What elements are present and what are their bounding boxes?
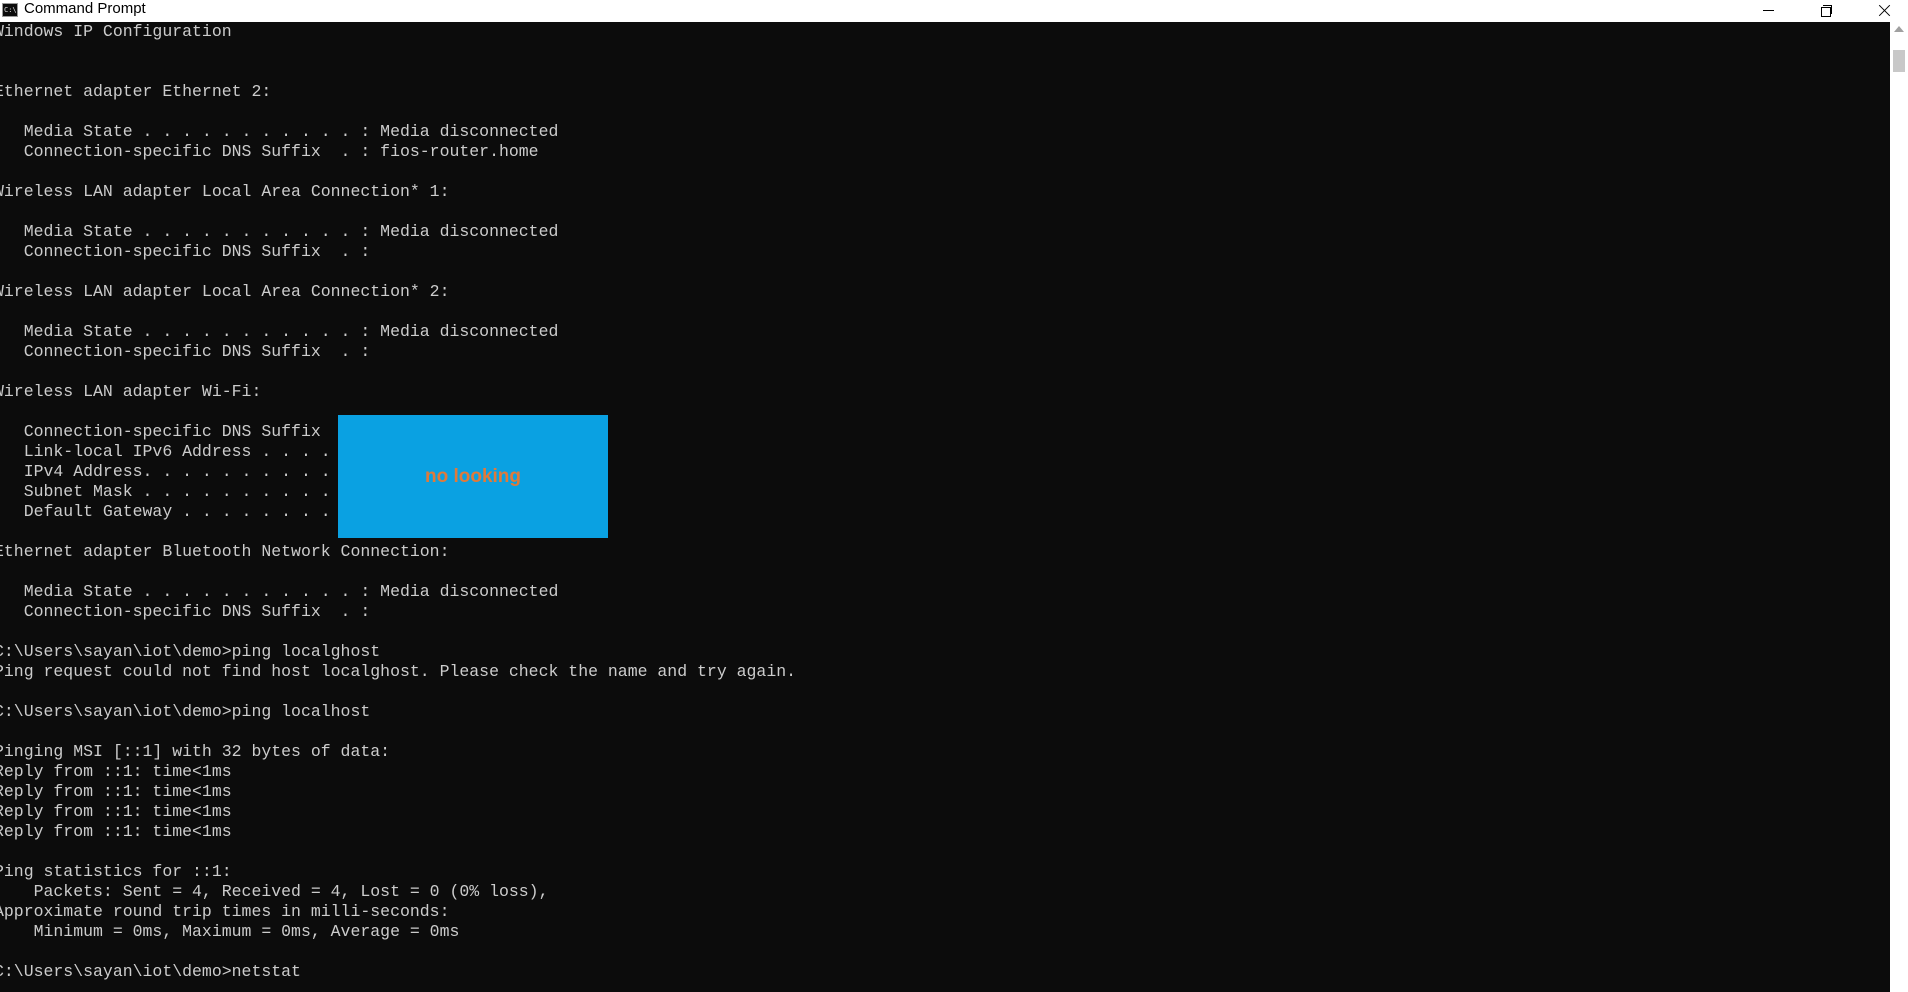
restore-icon <box>1820 4 1832 17</box>
console-line: Media State . . . . . . . . . . . : Medi… <box>0 222 559 241</box>
console-line: Connection-specific DNS Suffix . : <box>0 602 371 621</box>
console-text: Windows IP Configuration Ethernet adapte… <box>0 22 1884 982</box>
console-line: Ping request could not find host localgh… <box>0 662 797 681</box>
scroll-up-arrow-icon[interactable] <box>1894 26 1904 32</box>
console-line: Default Gateway . . . . . . . . . : <box>0 502 371 521</box>
console-line: Packets: Sent = 4, Received = 4, Lost = … <box>0 882 549 901</box>
console-line: Reply from ::1: time<1ms <box>0 762 232 781</box>
console-line: Reply from ::1: time<1ms <box>0 782 232 801</box>
console-line: C:\Users\sayan\iot\demo>ping localhost <box>0 702 371 721</box>
console-line: Ping statistics for ::1: <box>0 862 232 881</box>
console-line: Wireless LAN adapter Local Area Connecti… <box>0 182 450 201</box>
vertical-scrollbar[interactable] <box>1890 22 1908 992</box>
overlay-label: no looking <box>424 465 522 487</box>
console-line: C:\Users\sayan\iot\demo>netstat <box>0 962 301 981</box>
minimize-button[interactable] <box>1740 0 1796 20</box>
close-icon <box>1878 4 1891 17</box>
console-line: Subnet Mask . . . . . . . . . . . : <box>0 482 371 501</box>
close-button[interactable] <box>1856 0 1908 20</box>
title-bar[interactable]: C:\ Command Prompt <box>0 0 1908 22</box>
window-title: Command Prompt <box>24 0 146 17</box>
console-line: Wireless LAN adapter Wi-Fi: <box>0 382 262 401</box>
console-line: Connection-specific DNS Suffix . : fios-… <box>0 142 539 161</box>
console-output[interactable]: Windows IP Configuration Ethernet adapte… <box>0 22 1890 992</box>
console-line: C:\Users\sayan\iot\demo>ping localghost <box>0 642 381 661</box>
scrollbar-thumb[interactable] <box>1893 50 1905 72</box>
console-line: Media State . . . . . . . . . . . : Medi… <box>0 322 559 341</box>
console-line: Reply from ::1: time<1ms <box>0 802 232 821</box>
console-line: Media State . . . . . . . . . . . : Medi… <box>0 582 559 601</box>
cmd-icon[interactable]: C:\ <box>2 3 18 17</box>
console-line: Ethernet adapter Bluetooth Network Conne… <box>0 542 450 561</box>
console-line: IPv4 Address. . . . . . . . . . . : <box>0 462 371 481</box>
console-line: Approximate round trip times in milli-se… <box>0 902 450 921</box>
console-line: Reply from ::1: time<1ms <box>0 822 232 841</box>
console-line: Windows IP Configuration <box>0 22 232 41</box>
console-line: Pinging MSI [::1] with 32 bytes of data: <box>0 742 391 761</box>
console-line: Connection-specific DNS Suffix . : <box>0 422 371 441</box>
console-line: Link-local IPv6 Address . . . . . : <box>0 442 371 461</box>
console-line: Connection-specific DNS Suffix . : <box>0 242 371 261</box>
console-line: Ethernet adapter Ethernet 2: <box>0 82 272 101</box>
console-line: Connection-specific DNS Suffix . : <box>0 342 371 361</box>
console-line: Media State . . . . . . . . . . . : Medi… <box>0 122 559 141</box>
command-prompt-window: C:\ Command Prompt Windows IP Configurat… <box>0 0 1908 992</box>
restore-button[interactable] <box>1798 0 1854 20</box>
console-line: Minimum = 0ms, Maximum = 0ms, Average = … <box>0 922 460 941</box>
minimize-icon <box>1762 9 1774 11</box>
console-line: Wireless LAN adapter Local Area Connecti… <box>0 282 450 301</box>
redaction-overlay: no looking <box>338 415 608 538</box>
